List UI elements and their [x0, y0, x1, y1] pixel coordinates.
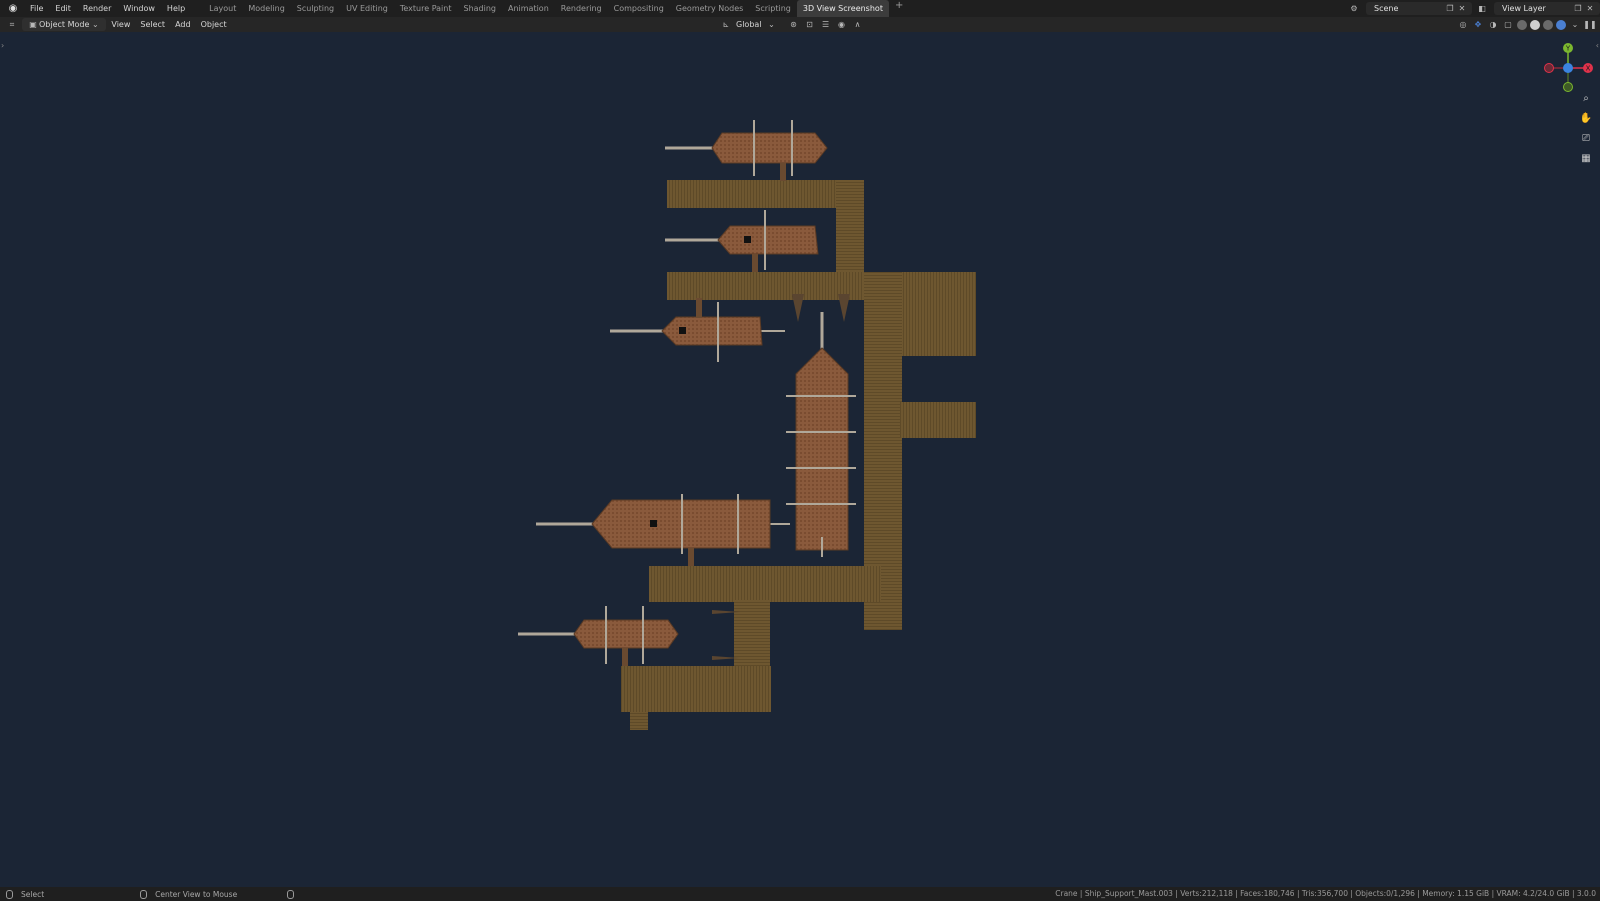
shading-options-chevron-icon[interactable]: ⌄ [1569, 19, 1581, 31]
status-select: Select [6, 889, 45, 899]
menu-window[interactable]: Window [117, 0, 161, 17]
scene-delete-icon[interactable]: ✕ [1456, 3, 1468, 15]
solid-shading-icon[interactable] [1530, 19, 1540, 30]
viewport-header: ⌗ ▣ Object Mode ⌄ View Select Add Object… [0, 17, 1600, 32]
menu-view[interactable]: View [106, 18, 135, 31]
status-center-view-label: Center View to Mouse [155, 889, 238, 899]
camera-view-icon[interactable]: ⎚ [1578, 130, 1594, 146]
tab-animation[interactable]: Animation [502, 0, 555, 17]
tab-layout[interactable]: Layout [203, 0, 242, 17]
gizmo-neg-x-axis[interactable] [1544, 63, 1554, 73]
tab-shading[interactable]: Shading [457, 0, 502, 17]
blender-logo-icon[interactable]: ◉ [6, 2, 20, 16]
wireframe-shading-icon[interactable] [1517, 19, 1527, 30]
dock-middle-arm [900, 402, 976, 438]
orthographic-grid-icon[interactable]: ▦ [1578, 150, 1594, 166]
tab-3d-view-screenshot[interactable]: 3D View Screenshot [796, 0, 889, 17]
workspace-tabs: Layout Modeling Sculpting UV Editing Tex… [203, 0, 909, 17]
status-center-view: Center View to Mouse [140, 889, 238, 899]
view-layer-new-icon[interactable]: ❐ [1572, 3, 1584, 15]
tab-geometry-nodes[interactable]: Geometry Nodes [670, 0, 749, 17]
tab-texture-paint[interactable]: Texture Paint [394, 0, 458, 17]
menu-add[interactable]: Add [170, 18, 196, 31]
zoom-icon[interactable]: ⌕ [1578, 90, 1594, 106]
xray-icon[interactable]: ▢ [1502, 19, 1514, 31]
dock-bottom-block [621, 666, 771, 712]
status-bar: Select Center View to Mouse Crane | Ship… [0, 887, 1600, 901]
sidebar-toggle-icon[interactable]: ❚❚ [1583, 19, 1596, 31]
view-layer-selector[interactable]: View Layer ❐ ✕ [1494, 2, 1600, 15]
menu-object[interactable]: Object [196, 18, 232, 31]
transform-controls: ⊾ Global ⌄ ⊛ ⊡ ☰ ◉ ∧ [720, 17, 864, 32]
dock-lower-connector [734, 600, 770, 668]
scene-browse-icon[interactable]: ⚙ [1348, 3, 1360, 15]
3d-viewport[interactable]: › ‹ Y X ⌕ ✋ ⎚ ▦ [0, 32, 1600, 887]
tab-compositing[interactable]: Compositing [608, 0, 670, 17]
ship-1 [665, 120, 828, 181]
scene-new-icon[interactable]: ❐ [1444, 3, 1456, 15]
viewport-shading-controls: ◎ ✥ ◑ ▢ ⌄ ❚❚ [1457, 17, 1597, 32]
falloff-icon[interactable]: ∧ [852, 19, 864, 31]
scene-selector[interactable]: Scene ❐ ✕ [1366, 2, 1472, 15]
gizmo-neg-y-axis[interactable] [1563, 82, 1573, 92]
scene-label: Scene [1374, 4, 1399, 13]
add-workspace-button[interactable]: + [889, 0, 909, 17]
right-mouse-icon [287, 889, 295, 899]
middle-mouse-icon [140, 889, 148, 899]
status-right-mouse [287, 889, 295, 899]
material-shading-icon[interactable] [1543, 19, 1553, 30]
view-layer-delete-icon[interactable]: ✕ [1584, 3, 1596, 15]
top-right-controls: ⚙ Scene ❐ ✕ ◧ View Layer ❐ ✕ [1348, 0, 1600, 17]
dock-lower-pier [649, 566, 881, 602]
pan-hand-icon[interactable]: ✋ [1578, 110, 1594, 126]
dock-top-connector [836, 180, 864, 275]
gizmo-x-label: X [1586, 65, 1591, 73]
rendered-shading-icon[interactable] [1556, 19, 1566, 30]
menu-help[interactable]: Help [161, 0, 191, 17]
dock-top-walkway [667, 180, 863, 208]
transform-orientation-dropdown[interactable]: Global [736, 20, 762, 29]
snap-icon[interactable]: ⊡ [804, 19, 816, 31]
visibility-icon[interactable]: ◎ [1457, 19, 1469, 31]
tab-uv-editing[interactable]: UV Editing [340, 0, 394, 17]
status-select-label: Select [21, 889, 45, 899]
tab-modeling[interactable]: Modeling [242, 0, 290, 17]
gizmo-y-label: Y [1565, 45, 1571, 53]
menu-edit[interactable]: Edit [49, 0, 77, 17]
menu-select[interactable]: Select [135, 18, 170, 31]
overlays-icon[interactable]: ◑ [1487, 19, 1499, 31]
proportional-edit-icon[interactable]: ◉ [836, 19, 848, 31]
chevron-down-icon: ⌄ [768, 20, 775, 29]
gizmo-z-axis[interactable] [1563, 63, 1573, 73]
ship-3 [610, 298, 785, 362]
orientation-icon: ⊾ [722, 20, 730, 29]
chevron-down-icon: ⌄ [92, 20, 99, 29]
view-layer-label: View Layer [1502, 4, 1546, 13]
top-menu-bar: ◉ File Edit Render Window Help Layout Mo… [0, 0, 1600, 17]
navigation-gizmo[interactable]: Y X [1540, 38, 1596, 94]
main-menu: File Edit Render Window Help [24, 0, 191, 17]
object-mode-icon: ▣ [29, 20, 37, 29]
snap-target-icon[interactable]: ☰ [820, 19, 832, 31]
menu-file[interactable]: File [24, 0, 49, 17]
tab-scripting[interactable]: Scripting [749, 0, 797, 17]
object-mode-label: Object Mode [39, 20, 90, 29]
ship-2 [665, 210, 819, 272]
ship-5 [536, 494, 790, 566]
pivot-point-icon[interactable]: ⊛ [788, 19, 800, 31]
ship-4-vertical [786, 312, 856, 557]
editor-type-icon[interactable]: ⌗ [6, 19, 18, 31]
viewport-navigation-tools: ⌕ ✋ ⎚ ▦ [1578, 90, 1594, 166]
harbor-model [518, 120, 976, 730]
scene-statistics: Crane | Ship_Support_Mast.003 | Verts:21… [1055, 889, 1596, 898]
left-mouse-icon [6, 889, 13, 899]
tab-rendering[interactable]: Rendering [555, 0, 608, 17]
dock-bottom-stub [630, 712, 648, 730]
gizmo-toggle-icon[interactable]: ✥ [1472, 19, 1484, 31]
view-layer-browse-icon[interactable]: ◧ [1476, 3, 1488, 15]
object-mode-dropdown[interactable]: ▣ Object Mode ⌄ [22, 18, 107, 31]
menu-render[interactable]: Render [77, 0, 117, 17]
ship-6 [518, 606, 679, 666]
tab-sculpting[interactable]: Sculpting [291, 0, 340, 17]
